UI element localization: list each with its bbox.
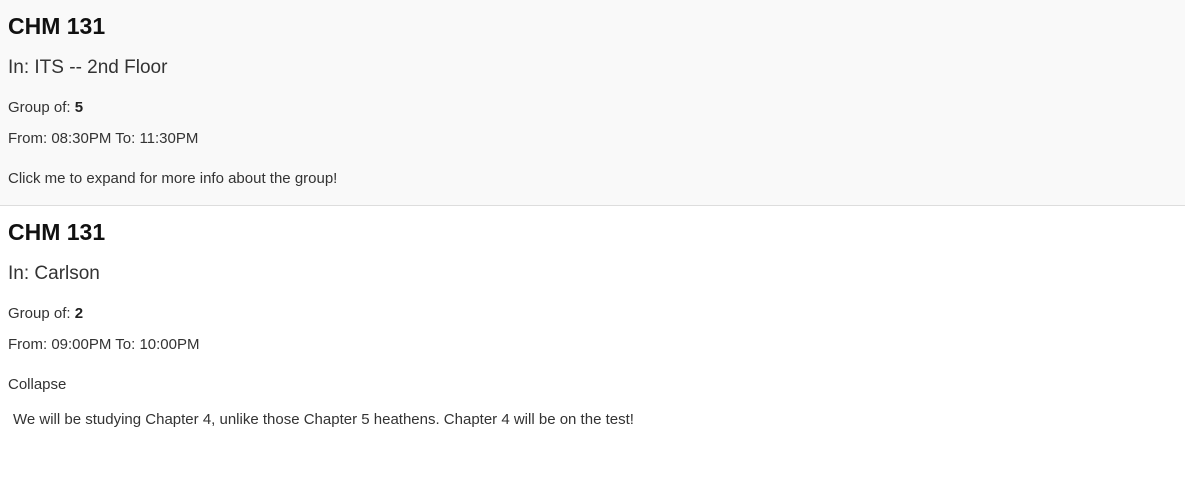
group-description: We will be studying Chapter 4, unlike th…: [13, 411, 634, 428]
group-size-label: Group of:: [8, 305, 75, 322]
study-group-card[interactable]: CHM 131 In: ITS -- 2nd Floor Group of: 5…: [0, 0, 1185, 206]
group-size: Group of: 2: [8, 304, 1177, 324]
study-group-card[interactable]: CHM 131 In: Carlson Group of: 2 From: 09…: [0, 206, 1185, 478]
collapse-toggle[interactable]: Collapse: [8, 375, 66, 395]
group-location: In: ITS -- 2nd Floor: [8, 57, 168, 78]
group-time-range: From: 09:00PM To: 10:00PM: [8, 336, 200, 353]
group-size-label: Group of:: [8, 99, 75, 116]
study-group-list: CHM 131 In: ITS -- 2nd Floor Group of: 5…: [0, 0, 1185, 478]
group-size-value: 5: [74, 99, 84, 116]
group-size: Group of: 5: [8, 98, 1177, 118]
course-title: CHM 131: [8, 219, 106, 245]
group-time-range: From: 08:30PM To: 11:30PM: [8, 130, 199, 147]
expand-toggle[interactable]: Click me to expand for more info about t…: [8, 169, 337, 189]
group-location: In: Carlson: [8, 263, 100, 284]
group-size-value: 2: [74, 305, 84, 322]
course-title: CHM 131: [8, 13, 106, 39]
